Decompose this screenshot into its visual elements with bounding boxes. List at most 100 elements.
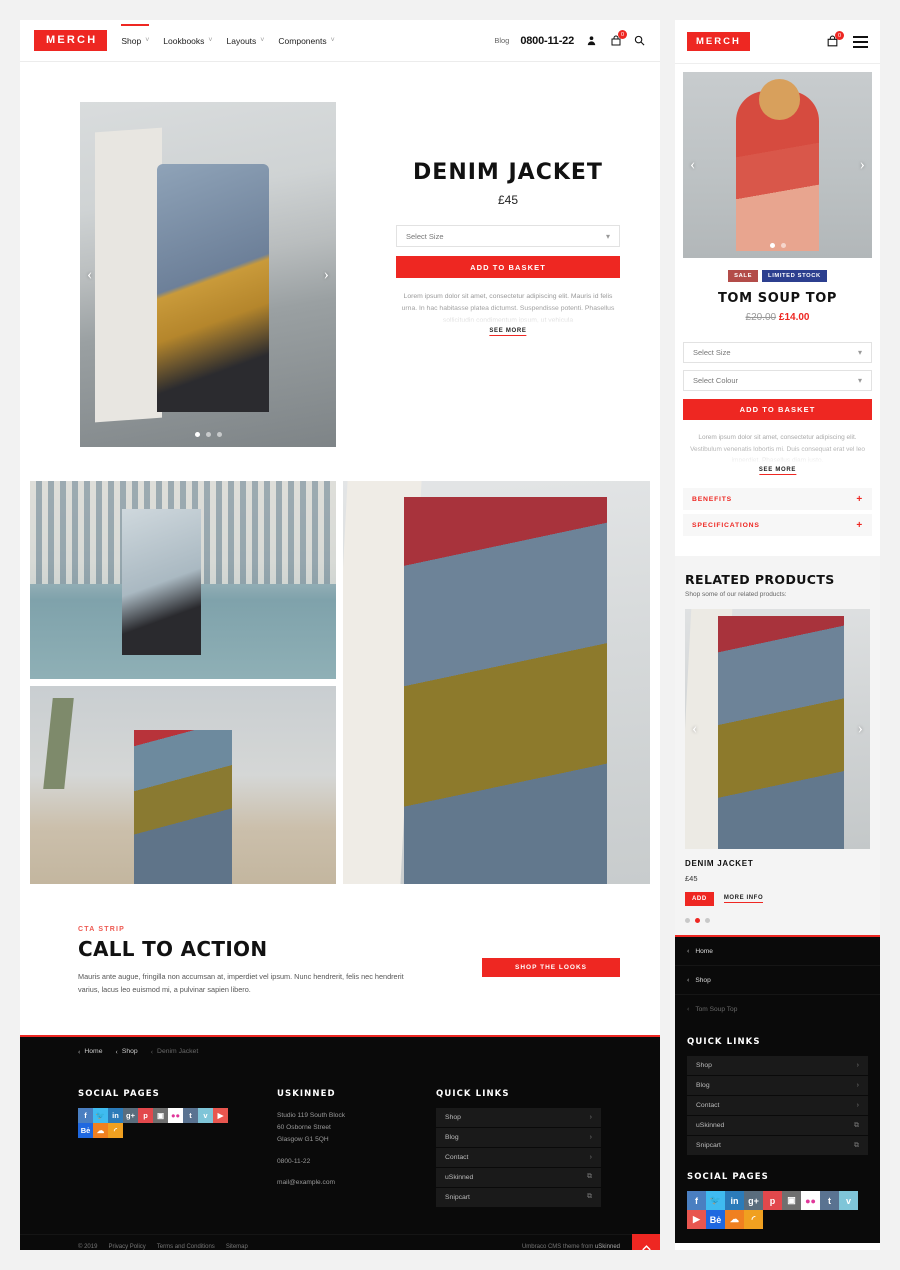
size-select[interactable]: Select Size ▾ — [396, 225, 620, 247]
quick-link-item[interactable]: Contact › — [436, 1147, 601, 1168]
facebook-icon[interactable]: f — [687, 1191, 706, 1210]
nav-item-lookbooks[interactable]: Lookbooks ˅ — [163, 20, 212, 62]
quick-link-item[interactable]: Snipcart ⧉ — [436, 1187, 601, 1208]
quick-link-item[interactable]: Contact › — [687, 1096, 868, 1116]
search-icon[interactable] — [633, 34, 646, 47]
youtube-icon[interactable]: ▶ — [687, 1210, 706, 1229]
breadcrumb-item-shop[interactable]: ‹ Shop — [115, 1048, 137, 1056]
credit-prefix: Umbraco CMS theme from — [521, 1243, 595, 1250]
shop-the-looks-button[interactable]: SHOP THE LOOKS — [482, 958, 620, 977]
vimeo-icon[interactable]: v — [198, 1107, 213, 1123]
grid-image-skater[interactable] — [30, 481, 336, 679]
accordion-specifications[interactable]: SPECIFICATIONS + — [683, 514, 872, 536]
pinterest-icon[interactable]: p — [138, 1107, 153, 1123]
company-heading: USKINNED — [277, 1088, 336, 1099]
gallery-prev-arrow[interactable]: ‹ — [690, 156, 695, 174]
grid-image-beach[interactable] — [30, 686, 336, 884]
gallery-dot[interactable] — [216, 432, 222, 437]
cart-icon[interactable]: 0 — [826, 31, 844, 48]
product-gallery[interactable]: ‹ › — [80, 102, 336, 447]
quick-link-item[interactable]: uSkinned ⧉ — [436, 1167, 601, 1188]
gallery-dot[interactable] — [780, 243, 786, 248]
flickr-icon[interactable]: ●● — [168, 1107, 183, 1123]
quick-link-label: Blog — [696, 1082, 710, 1089]
header-phone[interactable]: 0800-11-22 — [520, 35, 574, 47]
related-product-photo[interactable]: ‹ › — [685, 609, 870, 849]
soundcloud-icon[interactable]: ☁ — [93, 1122, 108, 1138]
nav-item-shop[interactable]: Shop ˅ — [121, 20, 149, 62]
scroll-to-top-button[interactable] — [632, 1233, 660, 1250]
breadcrumb-item-home[interactable]: ‹ Home — [78, 1048, 102, 1056]
legal-link-privacy[interactable]: Privacy Policy — [108, 1244, 145, 1250]
gallery-dot[interactable] — [194, 432, 200, 437]
breadcrumb-label: Denim Jacket — [157, 1048, 199, 1056]
copyright: © 2019 — [78, 1243, 98, 1250]
quick-links-list: Shop › Blog › Contact › uSkinned ⧉ Snipcart ⧉ — [687, 1056, 868, 1156]
cart-icon[interactable]: 0 — [609, 30, 627, 47]
colour-select[interactable]: Select Colour ▾ — [683, 370, 872, 391]
pinterest-icon[interactable]: p — [763, 1191, 782, 1210]
carousel-dot[interactable] — [685, 918, 690, 923]
behance-icon[interactable]: Bė — [78, 1122, 93, 1138]
quick-link-item[interactable]: Blog › — [687, 1076, 868, 1096]
see-more-link[interactable]: SEE MORE — [758, 467, 797, 475]
gallery-next-arrow[interactable]: › — [860, 156, 865, 174]
legal-link-terms[interactable]: Terms and Conditions — [157, 1244, 215, 1250]
nav-item-layouts[interactable]: Layouts ˅ — [227, 20, 265, 62]
flickr-icon[interactable]: ●● — [801, 1191, 820, 1210]
add-to-basket-button[interactable]: ADD TO BASKET — [683, 399, 872, 420]
rss-icon[interactable]: ◜ — [744, 1210, 763, 1229]
related-add-button[interactable]: ADD — [685, 892, 714, 906]
related-next-arrow[interactable]: › — [858, 720, 863, 738]
user-icon[interactable] — [585, 34, 598, 47]
size-select[interactable]: Select Size ▾ — [683, 342, 872, 363]
twitter-icon[interactable]: 🐦 — [706, 1191, 725, 1210]
gallery-next-arrow[interactable]: › — [324, 266, 329, 284]
site-logo[interactable]: MERCH — [34, 30, 108, 51]
gallery-dot[interactable] — [205, 432, 211, 437]
see-more-link[interactable]: SEE MORE — [489, 328, 527, 336]
footer-phone[interactable]: 0800-11-22 — [277, 1156, 402, 1168]
behance-icon[interactable]: Bė — [706, 1210, 725, 1229]
mobile-product-gallery[interactable]: ‹ › — [675, 64, 880, 258]
mobile-breadcrumb-shop[interactable]: ‹ Shop — [675, 966, 880, 995]
quick-link-item[interactable]: Snipcart ⧉ — [687, 1136, 868, 1156]
googleplus-icon[interactable]: g+ — [744, 1191, 763, 1210]
tumblr-icon[interactable]: t — [183, 1107, 198, 1123]
footer-email[interactable]: mail@example.com — [277, 1177, 402, 1189]
quick-link-item[interactable]: Shop › — [687, 1056, 868, 1076]
gallery-dot[interactable] — [769, 243, 775, 248]
accordion-benefits[interactable]: BENEFITS + — [683, 488, 872, 510]
mobile-site-logo[interactable]: MERCH — [687, 31, 750, 52]
legal-link-sitemap[interactable]: Sitemap — [226, 1244, 248, 1250]
nav-item-components[interactable]: Components ˅ — [278, 20, 334, 62]
blog-link[interactable]: Blog — [494, 36, 509, 45]
facebook-icon[interactable]: f — [78, 1107, 93, 1123]
quick-link-item[interactable]: uSkinned ⧉ — [687, 1116, 868, 1136]
add-to-basket-button[interactable]: ADD TO BASKET — [396, 256, 620, 278]
quick-link-label: Shop — [445, 1113, 461, 1121]
googleplus-icon[interactable]: g+ — [123, 1107, 138, 1123]
twitter-icon[interactable]: 🐦 — [93, 1107, 108, 1123]
carousel-dot[interactable] — [695, 918, 700, 923]
related-more-info-link[interactable]: MORE INFO — [723, 895, 764, 903]
grid-image-portrait[interactable] — [343, 481, 650, 884]
youtube-icon[interactable]: ▶ — [213, 1107, 228, 1123]
credit-link[interactable]: uSkinned — [594, 1243, 620, 1250]
tumblr-icon[interactable]: t — [820, 1191, 839, 1210]
quick-link-item[interactable]: Shop › — [436, 1107, 601, 1128]
instagram-icon[interactable]: ▣ — [153, 1107, 168, 1123]
rss-icon[interactable]: ◜ — [108, 1122, 123, 1138]
quick-link-item[interactable]: Blog › — [436, 1127, 601, 1148]
linkedin-icon[interactable]: in — [725, 1191, 744, 1210]
vimeo-icon[interactable]: v — [839, 1191, 858, 1210]
hamburger-icon[interactable] — [853, 35, 868, 48]
linkedin-icon[interactable]: in — [108, 1107, 123, 1123]
mobile-breadcrumb-home[interactable]: ‹ Home — [675, 937, 880, 966]
related-prev-arrow[interactable]: ‹ — [692, 720, 697, 738]
carousel-dot[interactable] — [705, 918, 710, 923]
instagram-icon[interactable]: ▣ — [782, 1191, 801, 1210]
gallery-prev-arrow[interactable]: ‹ — [87, 266, 92, 284]
nav-label: Components — [278, 35, 327, 46]
soundcloud-icon[interactable]: ☁ — [725, 1210, 744, 1229]
